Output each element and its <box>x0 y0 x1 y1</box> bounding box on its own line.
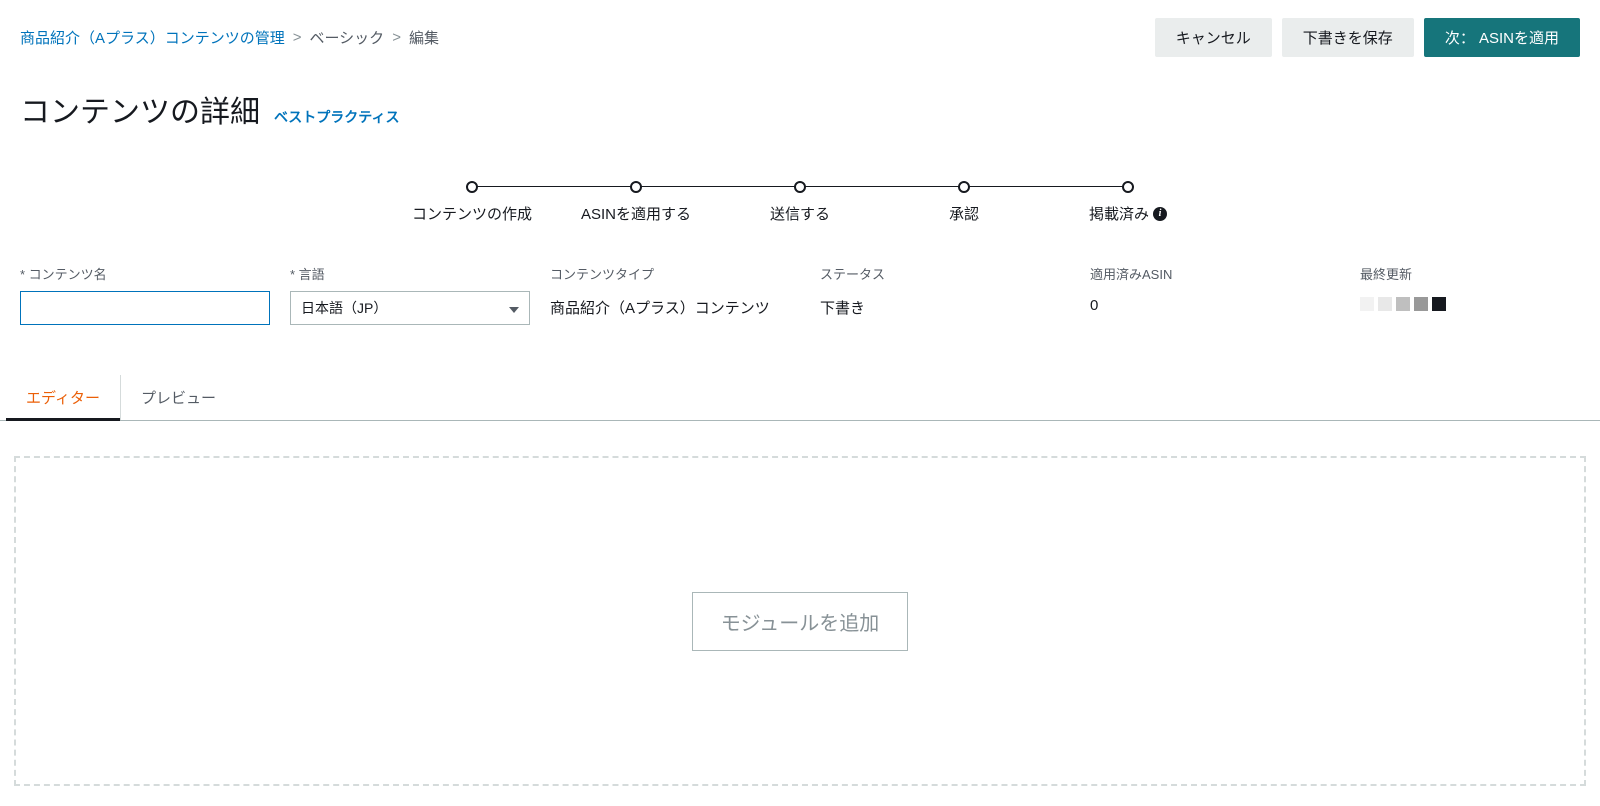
step-label: 承認 <box>949 203 979 224</box>
breadcrumb-level1: ベーシック <box>309 27 384 48</box>
field-last-updated: 最終更新 <box>1360 264 1580 325</box>
field-label: コンテンツタイプ <box>550 264 800 283</box>
step-circle-icon <box>958 181 970 193</box>
language-select[interactable]: 日本語（JP） <box>290 291 530 325</box>
step-published: 掲載済み i <box>1046 181 1210 224</box>
status-value: 下書き <box>820 291 1070 318</box>
step-submit: 送信する <box>718 181 882 224</box>
chevron-right-icon: > <box>293 29 302 46</box>
step-apply-asin: ASINを適用する <box>554 181 718 224</box>
breadcrumb-root-link[interactable]: 商品紹介（Aプラス）コンテンツの管理 <box>20 27 285 48</box>
field-applied-asin: 適用済みASIN 0 <box>1090 264 1340 325</box>
field-label: ステータス <box>820 264 1070 283</box>
best-practices-link[interactable]: ベストプラクティス <box>274 107 399 127</box>
last-updated-value <box>1360 291 1580 311</box>
step-label: 送信する <box>770 203 830 224</box>
step-label: ASINを適用する <box>581 203 691 224</box>
field-content-type: コンテンツタイプ 商品紹介（Aプラス）コンテンツ <box>550 264 800 325</box>
applied-asin-value: 0 <box>1090 291 1340 314</box>
page-title: コンテンツの詳細 <box>20 87 260 131</box>
action-button-group: キャンセル 下書きを保存 次： ASINを適用 <box>1155 18 1580 57</box>
step-circle-icon <box>794 181 806 193</box>
content-type-value: 商品紹介（Aプラス）コンテンツ <box>550 291 800 318</box>
next-apply-asin-button[interactable]: 次： ASINを適用 <box>1424 18 1580 57</box>
progress-stepper: コンテンツの作成 ASINを適用する 送信する 承認 掲載済み i <box>0 151 1600 234</box>
step-label: コンテンツの作成 <box>412 203 532 224</box>
field-label: 適用済みASIN <box>1090 264 1340 283</box>
tab-editor[interactable]: エディター <box>6 375 121 420</box>
save-draft-button[interactable]: 下書きを保存 <box>1282 18 1414 57</box>
chevron-right-icon: > <box>392 29 401 46</box>
step-circle-icon <box>1122 181 1134 193</box>
step-circle-icon <box>630 181 642 193</box>
tab-preview[interactable]: プレビュー <box>121 375 236 420</box>
field-label: 最終更新 <box>1360 264 1580 283</box>
cancel-button[interactable]: キャンセル <box>1155 18 1272 57</box>
step-circle-icon <box>466 181 478 193</box>
language-select-value: 日本語（JP） <box>301 298 387 318</box>
field-language: * 言語 日本語（JP） <box>290 264 530 325</box>
step-label: 掲載済み i <box>1089 203 1167 224</box>
field-content-name: * コンテンツ名 <box>20 264 270 325</box>
field-label: * コンテンツ名 <box>20 264 270 283</box>
field-label: * 言語 <box>290 264 530 283</box>
step-create-content: コンテンツの作成 <box>390 181 554 224</box>
breadcrumb-level2: 編集 <box>409 27 439 48</box>
caret-down-icon <box>509 300 519 316</box>
editor-canvas: モジュールを追加 <box>14 456 1586 786</box>
step-approve: 承認 <box>882 181 1046 224</box>
info-icon[interactable]: i <box>1153 207 1167 221</box>
field-status: ステータス 下書き <box>820 264 1070 325</box>
add-module-button[interactable]: モジュールを追加 <box>692 592 909 651</box>
tab-bar: エディター プレビュー <box>0 375 1600 421</box>
content-name-input[interactable] <box>20 291 270 325</box>
breadcrumb: 商品紹介（Aプラス）コンテンツの管理 > ベーシック > 編集 <box>20 27 439 48</box>
